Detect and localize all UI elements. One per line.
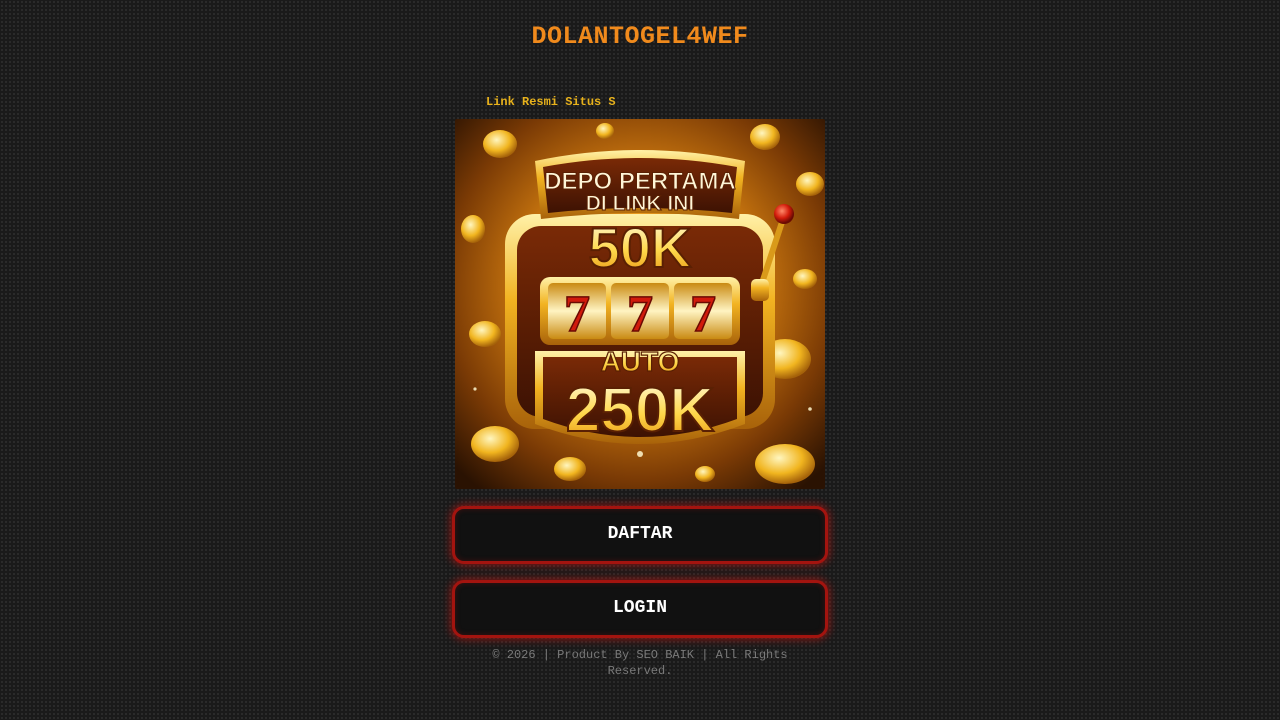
- footer-copyright: © 2026 | Product By SEO BAIK | All Right…: [492, 648, 788, 678]
- marquee-text: Link Resmi Situs S: [486, 95, 616, 106]
- banner-line2: DI LINK INI: [586, 192, 695, 215]
- promo-banner-image: DEPO PERTAMA DI LINK INI 50K 7 7 7 AUTO …: [455, 119, 825, 489]
- marquee: Link Resmi Situs S: [486, 90, 632, 106]
- site-title: DOLANTOGEL4WEF: [531, 22, 749, 51]
- banner-amount: 50K: [589, 216, 692, 279]
- promo-banner[interactable]: DEPO PERTAMA DI LINK INI 50K 7 7 7 AUTO …: [455, 119, 825, 489]
- reel-1-symbol: 7: [564, 286, 590, 343]
- banner-bonus: 250K: [566, 376, 714, 445]
- banner-auto-label: AUTO: [601, 346, 680, 377]
- register-button[interactable]: DAFTAR: [452, 506, 828, 564]
- banner-line1: DEPO PERTAMA: [544, 168, 736, 195]
- reel-3-symbol: 7: [690, 286, 716, 343]
- login-button[interactable]: LOGIN: [452, 580, 828, 638]
- reel-2-symbol: 7: [627, 286, 653, 343]
